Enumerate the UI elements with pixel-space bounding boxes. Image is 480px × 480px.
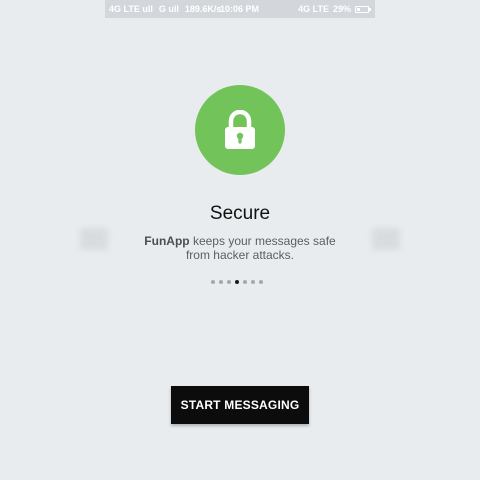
page-dot	[251, 280, 255, 284]
battery-icon	[355, 5, 371, 13]
onboarding-title: Secure	[209, 203, 271, 224]
previous-page-peek[interactable]	[80, 228, 108, 250]
status-left: 4G LTE ull G ull 189.6K/s	[109, 4, 221, 14]
next-page-peek[interactable]	[372, 228, 400, 250]
network-signal-1: 4G LTE ull	[109, 4, 153, 14]
network-type: 4G LTE	[298, 4, 329, 14]
page-dot	[227, 280, 231, 284]
status-bar: 4G LTE ull G ull 189.6K/s 10:06 PM 4G LT…	[105, 0, 375, 18]
lock-icon	[225, 110, 255, 149]
page-dot-active	[235, 280, 239, 284]
status-right: 4G LTE 29%	[298, 0, 371, 18]
page-dot	[259, 280, 263, 284]
start-messaging-button[interactable]: START MESSAGING	[171, 386, 309, 424]
page-dot	[219, 280, 223, 284]
description-line-1: keeps your messages safe	[189, 234, 336, 248]
network-signal-2: G ull	[158, 4, 179, 14]
network-speed: 189.6K/s	[184, 4, 222, 14]
battery-level	[357, 7, 360, 11]
page-indicator	[211, 280, 263, 284]
battery-percent: 29%	[332, 4, 351, 14]
status-time: 10:06 PM	[220, 4, 260, 14]
app-name: FunApp	[144, 234, 190, 248]
page-dot	[243, 280, 247, 284]
lock-badge	[195, 85, 285, 175]
description-line-2: from hacker attacks.	[185, 248, 295, 262]
page-dot	[211, 280, 215, 284]
onboarding-description: FunApp keeps your messages safe from hac…	[140, 234, 340, 262]
